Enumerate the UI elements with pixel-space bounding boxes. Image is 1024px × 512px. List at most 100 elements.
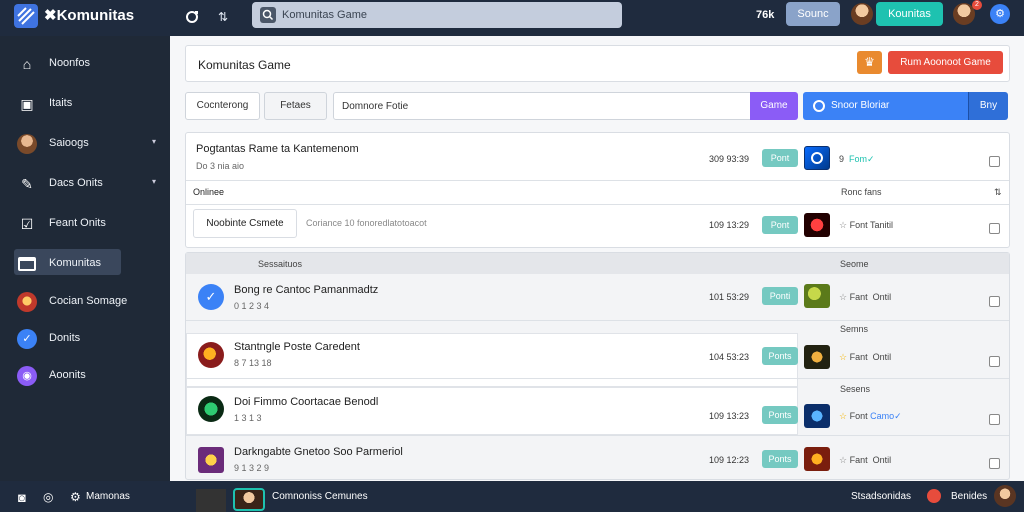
row-meta: 101 53:29 xyxy=(709,292,750,302)
profile-avatar[interactable] xyxy=(994,485,1016,507)
sidebar-item-label: Dacs Onits xyxy=(49,177,103,189)
game-button[interactable]: Game xyxy=(750,92,798,120)
row-pill[interactable]: Ponts xyxy=(762,347,798,365)
row-subtitle: 9 1 3 2 9 xyxy=(234,463,270,473)
kounitas-button[interactable]: Kounitas xyxy=(876,2,943,26)
sidebar-item-label: Donits xyxy=(49,332,81,344)
game-thumbnail[interactable] xyxy=(804,213,830,237)
search-button[interactable]: Snoor Bloriar xyxy=(803,92,968,120)
game-list: Sessaituos Seome ✓ Bong re Cantoc Pamanm… xyxy=(185,252,1010,480)
featured-card: Pogtantas Rame ta Kantemenom Do 3 nia ai… xyxy=(185,132,1010,248)
game-thumbnail[interactable] xyxy=(804,447,830,471)
row-title[interactable]: Bong re Cantoc Pamanmadtz xyxy=(234,284,378,296)
buy-button[interactable]: Bny xyxy=(968,92,1008,120)
at-icon[interactable]: ◎ xyxy=(43,490,53,504)
sort-icon[interactable]: ⇅ xyxy=(994,187,1002,198)
search-bar[interactable] xyxy=(252,2,622,28)
app-logo[interactable] xyxy=(14,4,38,28)
camera-icon[interactable]: ◙ xyxy=(18,490,26,505)
settings-icon[interactable]: ⚙ xyxy=(990,4,1010,24)
game-thumbnail[interactable] xyxy=(804,404,830,428)
sidebar-item-label: Cocian Somage xyxy=(49,295,128,307)
sidebar-item-label: Saioogs xyxy=(49,137,89,149)
list-item xyxy=(186,387,798,435)
refresh-icon[interactable] xyxy=(184,9,200,25)
row-checkbox[interactable] xyxy=(989,156,1000,167)
row-pill[interactable]: Ponti xyxy=(762,287,798,305)
sidebar-item-feant-onits[interactable]: ☑ Feant Onits xyxy=(0,209,170,237)
game-thumbnail[interactable] xyxy=(804,345,830,369)
inbox-icon: ▣ xyxy=(20,96,34,112)
bottom-center-label[interactable]: Comnoniss Cemunes xyxy=(272,491,368,502)
row-right: ☆ Fant Ontil xyxy=(839,292,892,302)
featured-pill[interactable]: Pont xyxy=(762,149,798,167)
filter-input[interactable] xyxy=(342,97,742,115)
user-avatar-icon xyxy=(17,134,37,154)
row-checkbox[interactable] xyxy=(989,458,1000,469)
sidebar-item-saioogs[interactable]: Saioogs ▾ xyxy=(0,129,170,157)
sidebar-item-label: Komunitas xyxy=(49,257,101,269)
game-thumbnail[interactable] xyxy=(804,146,830,170)
add-game-button[interactable]: Rum Aoonoot Game xyxy=(888,51,1003,74)
row-sublabel: Sesens xyxy=(840,384,871,394)
sidebar-item-donits[interactable]: ✓ Donits xyxy=(0,324,170,352)
tab-cocnterong[interactable]: Cocnterong xyxy=(185,92,260,120)
bottom-user-name[interactable]: Benides xyxy=(951,491,987,502)
trophy-icon[interactable]: ♛ xyxy=(857,51,882,74)
sidebar-item-komunitas[interactable]: Komunitas xyxy=(0,249,170,277)
nested-pill[interactable]: Pont xyxy=(762,216,798,234)
notification-icon[interactable] xyxy=(927,489,941,503)
row-title[interactable]: Stantngle Poste Caredent xyxy=(234,341,360,353)
sidebar-item-cocian-somage[interactable]: Cocian Somage xyxy=(0,287,170,315)
bottom-right-label[interactable]: Stsadsonidas xyxy=(851,491,911,502)
row-subtitle: 8 7 13 18 xyxy=(234,358,272,368)
row-pill[interactable]: Ponts xyxy=(762,450,798,468)
section-right-label: Ronc fans xyxy=(841,187,882,197)
nested-description: Coriance 10 fonoredlatotoacot xyxy=(306,218,427,228)
divider xyxy=(186,204,1009,205)
user-avatar[interactable] xyxy=(233,488,265,511)
row-pill[interactable]: Ponts xyxy=(762,406,798,424)
list-header-right: Seome xyxy=(840,259,869,269)
star-icon: ☆ xyxy=(839,292,848,302)
row-title[interactable]: Doi Fimmo Coortacae Benodl xyxy=(234,396,378,408)
row-title[interactable]: Darkngabte Gnetoo Soo Parmeriol xyxy=(234,446,403,458)
page-title: Komunitas Game xyxy=(198,58,291,72)
section-label: Onlinee xyxy=(193,187,225,197)
bottom-bar: ◙ ◎ ⚙ Mamonas Comnoniss Cemunes Stsadson… xyxy=(0,481,1024,512)
user-avatar[interactable] xyxy=(851,3,873,25)
game-icon xyxy=(17,292,37,312)
tab-fetaes[interactable]: Fetaes xyxy=(264,92,327,120)
row-subtitle: 0 1 2 3 4 xyxy=(234,301,270,311)
row-checkbox[interactable] xyxy=(989,414,1000,425)
app-title: ✖Komunitas xyxy=(44,7,135,24)
top-bar: ✖Komunitas ⇅ 76k Sounc Kounitas 2 ⚙ xyxy=(0,0,1024,36)
sidebar-item-aoonits[interactable]: ◉ Aoonits xyxy=(0,361,170,389)
sidebar-item-label: Itaits xyxy=(49,97,73,109)
row-right: ☆ Font Camo✓ xyxy=(839,411,902,421)
game-thumbnail[interactable] xyxy=(196,489,226,512)
bottom-left-label[interactable]: Mamonas xyxy=(86,491,130,502)
row-right: ☆ Fant Ontil xyxy=(839,455,892,465)
gear-icon[interactable]: ⚙ xyxy=(70,490,81,504)
checkbox-icon: ☑ xyxy=(20,216,34,232)
game-avatar xyxy=(198,447,224,473)
featured-right: 9 Fom✓ xyxy=(839,154,875,164)
row-meta: 109 13:23 xyxy=(709,411,750,421)
sounc-button[interactable]: Sounc xyxy=(786,2,840,26)
nested-button[interactable]: Noobinte Csmete xyxy=(193,209,297,238)
search-input[interactable] xyxy=(282,5,612,25)
filter-field[interactable] xyxy=(333,92,751,120)
row-checkbox[interactable] xyxy=(989,356,1000,367)
verified-icon: ✓ xyxy=(17,329,37,349)
game-thumbnail[interactable] xyxy=(804,284,830,308)
sort-icon[interactable]: ⇅ xyxy=(215,9,231,25)
row-checkbox[interactable] xyxy=(989,223,1000,234)
search-button-label: Snoor Bloriar xyxy=(831,100,890,111)
row-checkbox[interactable] xyxy=(989,296,1000,307)
sidebar-item-itaits[interactable]: ▣ Itaits xyxy=(0,89,170,117)
sidebar-item-dacs-onits[interactable]: ✎ Dacs Onits ▾ xyxy=(0,169,170,197)
divider xyxy=(186,180,1009,181)
search-icon xyxy=(260,7,276,23)
sidebar-item-noonfos[interactable]: ⌂ Noonfos xyxy=(0,49,170,77)
